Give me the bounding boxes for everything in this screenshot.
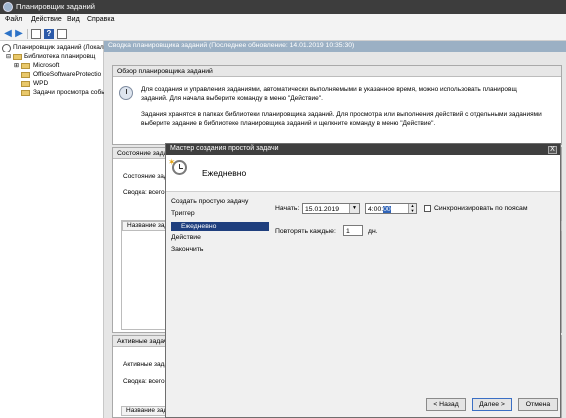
repeat-unit-label: дн.: [368, 228, 378, 235]
start-label: Начать:: [275, 205, 300, 212]
tree-item-microsoft[interactable]: ⊞ Microsoft: [14, 62, 104, 70]
folder-icon: [21, 90, 30, 96]
cancel-button[interactable]: Отмена: [518, 398, 558, 411]
sync-timezones-label: Синхронизировать по поясам: [434, 205, 528, 212]
folder-icon: [21, 81, 30, 87]
overview-text-2-line-1: Задания хранятся в папках библиотеки пла…: [141, 111, 542, 118]
sync-timezones-checkbox[interactable]: [424, 205, 431, 212]
wizard-heading: Ежедневно: [202, 168, 247, 178]
window-titlebar: Планировщик заданий: [0, 0, 566, 14]
overview-text-1: Для создания и управления заданиями, авт…: [141, 85, 561, 103]
active-tasks-summary: Сводка: всего: [123, 378, 165, 385]
menu-file[interactable]: Файл: [5, 16, 22, 23]
menu-action[interactable]: Действие: [31, 16, 62, 23]
menu-bar: Файл Действие Вид Справка: [0, 14, 566, 27]
start-time-input[interactable]: 4:00:00 ▲ ▼: [365, 203, 417, 214]
start-date-picker[interactable]: 15.01.2019 ▼: [302, 203, 360, 214]
wizard-step-finish: Закончить: [171, 246, 204, 253]
start-time-selected-segment: 00: [383, 205, 391, 213]
overview-text-2: Задания хранятся в папках библиотеки пла…: [141, 110, 561, 128]
task-scheduler-icon: [3, 2, 13, 12]
start-time-value: 4:00:00: [368, 205, 391, 213]
tree-item-officesoftwareprotection[interactable]: OfficeSoftwareProtectio: [14, 71, 104, 79]
menu-help[interactable]: Справка: [87, 16, 114, 23]
back-button[interactable]: < Назад: [426, 398, 466, 411]
new-star-icon: ✶: [168, 157, 176, 167]
start-date-value: 15.01.2019: [305, 205, 340, 213]
wizard-step-trigger: Триггер: [171, 210, 195, 217]
tree-root-label: Планировщик заданий (Локал: [13, 44, 104, 51]
overview-panel: Обзор планировщика заданий Для создания …: [112, 65, 562, 145]
collapse-icon[interactable]: ⊟: [6, 53, 11, 61]
expand-icon[interactable]: ⊞: [14, 62, 19, 70]
tree-library-label: Библиотека планировщ: [24, 53, 96, 60]
clock-icon: [2, 44, 11, 52]
tree-item-label: Microsoft: [33, 62, 60, 69]
wizard-step-create: Создать простую задачу: [171, 198, 249, 205]
close-icon[interactable]: X: [548, 145, 557, 154]
back-arrow-icon[interactable]: ◀: [3, 29, 13, 39]
start-time-prefix: 4:00:: [368, 205, 384, 213]
overview-text-1-line-2: заданий. Для начала выберите команду в м…: [141, 95, 323, 102]
wizard-header: ✶ Ежедневно: [166, 155, 560, 192]
task-status-title: Состояние задач: [117, 149, 171, 157]
tree-item-event-tasks[interactable]: Задачи просмотра собы: [14, 89, 104, 97]
overview-panel-header[interactable]: Обзор планировщика заданий: [113, 66, 561, 77]
wizard-titlebar: Мастер создания простой задачи X: [166, 144, 560, 155]
forward-arrow-icon[interactable]: ▶: [14, 29, 24, 39]
tree-item-label: Задачи просмотра собы: [33, 89, 104, 96]
repeat-days-input[interactable]: 1: [343, 225, 363, 236]
create-basic-task-wizard: Мастер создания простой задачи X ✶ Ежедн…: [165, 143, 561, 418]
toolbar-separator: [27, 29, 28, 39]
folder-icon: [21, 63, 30, 69]
toolbar: ◀ ▶ ?: [0, 27, 566, 41]
wizard-step-daily-label: Ежедневно: [181, 223, 217, 230]
wizard-step-daily: Ежедневно: [171, 222, 269, 231]
navigation-tree: Планировщик заданий (Локал ⊟ Библиотека …: [0, 41, 104, 418]
show-hide-tree-icon[interactable]: [31, 29, 41, 39]
help-icon[interactable]: ?: [44, 29, 54, 39]
repeat-days-value: 1: [346, 227, 350, 235]
folder-icon: [21, 72, 30, 78]
scheduler-overview-icon: [119, 86, 133, 100]
summary-header-text: Сводка планировщика заданий (Последнее о…: [108, 42, 355, 49]
task-status-summary: Сводка: всего: [123, 189, 165, 196]
chevron-down-icon[interactable]: ▼: [349, 204, 359, 213]
wizard-title: Мастер создания простой задачи: [170, 145, 279, 152]
summary-header: Сводка планировщика заданий (Последнее о…: [104, 41, 566, 52]
time-spinner[interactable]: ▲ ▼: [408, 203, 416, 213]
next-button[interactable]: Далее >: [472, 398, 512, 411]
tree-item-library[interactable]: ⊟ Библиотека планировщ: [6, 53, 104, 61]
folder-icon: [13, 54, 22, 60]
overview-text-1-line-1: Для создания и управления заданиями, авт…: [141, 86, 517, 93]
tree-item-label: WPD: [33, 80, 49, 87]
active-tasks-title: Активные задачи: [117, 337, 172, 345]
overview-text-2-line-2: выберите задание в библиотеке планировщи…: [141, 120, 436, 127]
tree-item-root[interactable]: Планировщик заданий (Локал: [2, 44, 104, 52]
menu-view[interactable]: Вид: [67, 16, 80, 23]
wizard-step-action: Действие: [171, 234, 201, 241]
tree-item-label: OfficeSoftwareProtectio: [33, 71, 102, 78]
repeat-every-label: Повторять каждые:: [275, 228, 336, 235]
tree-item-wpd[interactable]: WPD: [14, 80, 104, 88]
window-title: Планировщик заданий: [16, 2, 95, 11]
active-tasks-line: Активные зада: [123, 361, 168, 368]
overview-title: Обзор планировщика заданий: [117, 67, 213, 75]
action-pane-icon[interactable]: [57, 29, 67, 39]
task-status-line: Состояние зад: [123, 173, 168, 180]
